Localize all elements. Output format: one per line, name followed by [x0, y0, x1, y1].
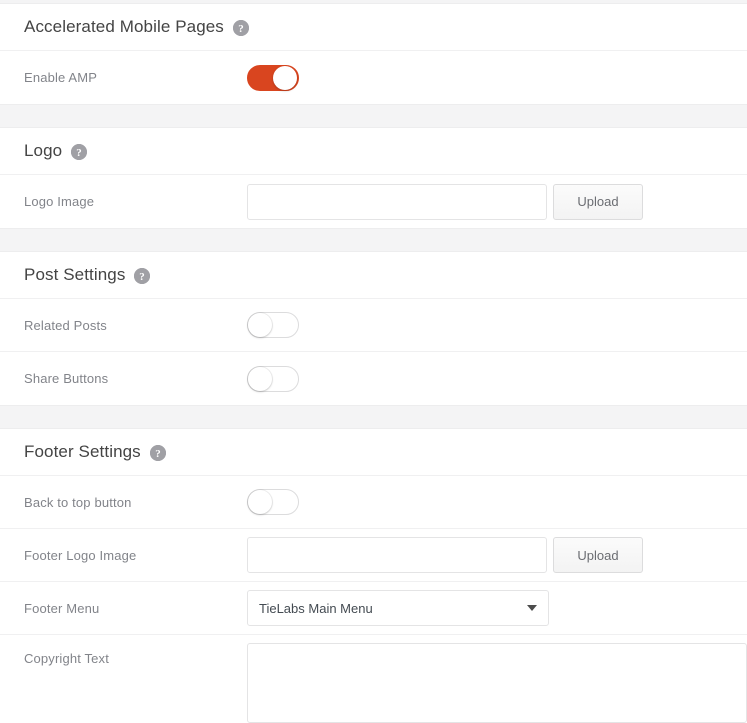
row-field-back-to-top-button	[247, 489, 747, 515]
toggle-related-posts[interactable]	[247, 312, 299, 338]
row-field-footer-logo-image: Upload	[247, 537, 747, 573]
section-title-footer-settings: Footer Settings	[24, 442, 141, 462]
section-footer-settings: Footer Settings ? Back to top button Foo…	[0, 429, 747, 723]
section-title-logo: Logo	[24, 141, 62, 161]
row-field-share-buttons	[247, 366, 747, 392]
footer-menu-selected-value: TieLabs Main Menu	[259, 601, 373, 616]
footer-logo-upload-button[interactable]: Upload	[553, 537, 643, 573]
svg-text:?: ?	[140, 271, 146, 283]
row-back-to-top-button: Back to top button	[0, 476, 747, 529]
footer-logo-image-input[interactable]	[247, 537, 547, 573]
section-header-logo: Logo ?	[0, 128, 747, 175]
toggle-share-buttons[interactable]	[247, 366, 299, 392]
row-label-logo-image: Logo Image	[24, 194, 247, 209]
footer-menu-select-wrap: TieLabs Main Menu	[247, 590, 549, 626]
logo-image-input[interactable]	[247, 184, 547, 220]
row-footer-menu: Footer Menu TieLabs Main Menu	[0, 582, 747, 635]
section-gap-3	[0, 405, 747, 429]
svg-text:?: ?	[238, 23, 244, 35]
toggle-back-to-top-button[interactable]	[247, 489, 299, 515]
copyright-text-textarea[interactable]	[247, 643, 747, 723]
toggle-knob	[248, 490, 272, 514]
row-footer-logo-image: Footer Logo Image Upload	[0, 529, 747, 582]
row-field-logo-image: Upload	[247, 184, 747, 220]
section-header-amp: Accelerated Mobile Pages ?	[0, 4, 747, 51]
section-gap-2	[0, 228, 747, 252]
toggle-enable-amp[interactable]	[247, 65, 299, 91]
help-icon[interactable]: ?	[233, 20, 249, 36]
section-logo: Logo ? Logo Image Upload	[0, 128, 747, 228]
footer-menu-select[interactable]: TieLabs Main Menu	[247, 590, 549, 626]
row-label-footer-logo-image: Footer Logo Image	[24, 548, 247, 563]
help-icon[interactable]: ?	[71, 144, 87, 160]
row-label-back-to-top-button: Back to top button	[24, 495, 247, 510]
row-field-enable-amp	[247, 65, 747, 91]
svg-text:?: ?	[155, 448, 161, 460]
section-accelerated-mobile-pages: Accelerated Mobile Pages ? Enable AMP	[0, 4, 747, 104]
section-title-amp: Accelerated Mobile Pages	[24, 17, 224, 37]
help-icon[interactable]: ?	[134, 268, 150, 284]
row-enable-amp: Enable AMP	[0, 51, 747, 104]
row-field-footer-menu: TieLabs Main Menu	[247, 590, 747, 626]
toggle-knob	[248, 313, 272, 337]
row-logo-image: Logo Image Upload	[0, 175, 747, 228]
row-label-share-buttons: Share Buttons	[24, 371, 247, 386]
row-label-related-posts: Related Posts	[24, 318, 247, 333]
row-field-copyright-text	[247, 635, 747, 723]
logo-upload-button[interactable]: Upload	[553, 184, 643, 220]
toggle-knob	[248, 367, 272, 391]
section-header-footer-settings: Footer Settings ?	[0, 429, 747, 476]
svg-text:?: ?	[76, 147, 82, 159]
help-icon[interactable]: ?	[150, 445, 166, 461]
section-gap-1	[0, 104, 747, 128]
row-copyright-text: Copyright Text	[0, 635, 747, 723]
theme-options-panel: Accelerated Mobile Pages ? Enable AMP Lo…	[0, 0, 747, 723]
row-label-copyright-text: Copyright Text	[24, 635, 247, 666]
row-label-footer-menu: Footer Menu	[24, 601, 247, 616]
row-field-related-posts	[247, 312, 747, 338]
row-label-enable-amp: Enable AMP	[24, 70, 247, 85]
row-related-posts: Related Posts	[0, 299, 747, 352]
section-header-post-settings: Post Settings ?	[0, 252, 747, 299]
section-title-post-settings: Post Settings	[24, 265, 125, 285]
section-post-settings: Post Settings ? Related Posts Share Butt…	[0, 252, 747, 405]
row-share-buttons: Share Buttons	[0, 352, 747, 405]
toggle-knob	[273, 66, 297, 90]
